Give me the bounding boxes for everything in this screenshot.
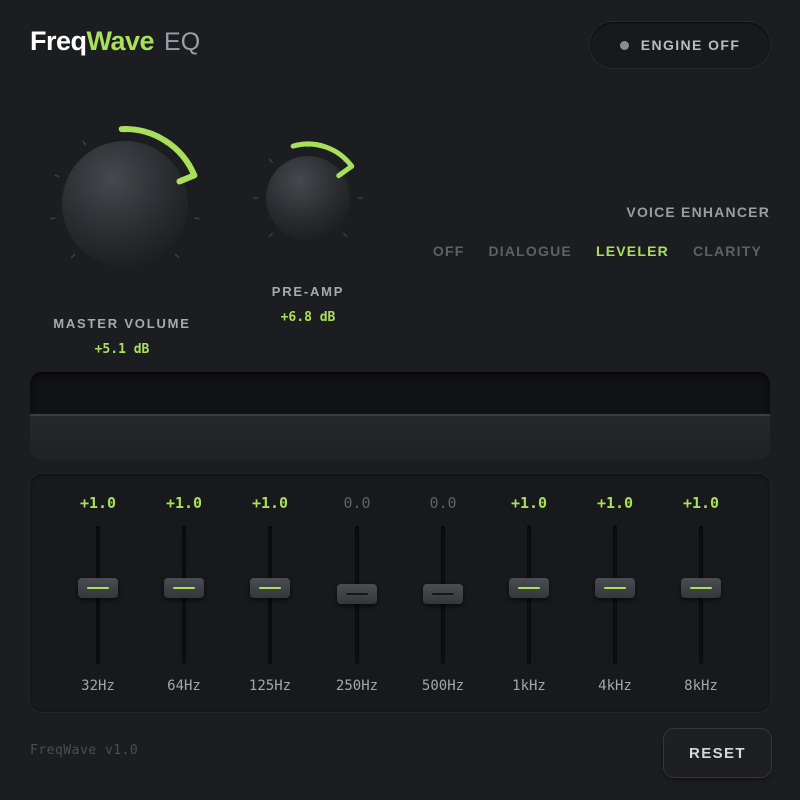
band-gain-value: 0.0 (429, 494, 457, 512)
eq-app: Freq Wave EQ ENGINE OFF MASTER VOLUME +5… (0, 0, 800, 800)
knob-tick-mark (174, 253, 180, 259)
eq-band: +1.0 125Hz (240, 474, 300, 712)
band-gain-value: +1.0 (510, 494, 548, 512)
knob-tick-mark (70, 253, 76, 259)
voice-enhancer-title: VOICE ENHANCER (626, 204, 770, 220)
knob-tick-mark (54, 174, 60, 178)
band-frequency-label: 4kHz (598, 678, 632, 694)
knob-tick-mark (50, 217, 56, 220)
band-slider-thumb[interactable] (164, 578, 204, 598)
voice-enhancer-option-leveler[interactable]: LEVELER (596, 243, 669, 259)
preamp-knob[interactable] (253, 140, 374, 260)
band-slider-thumb[interactable] (509, 578, 549, 598)
voice-enhancer-option-dialogue[interactable]: DIALOGUE (488, 243, 572, 259)
voice-enhancer-option-off[interactable]: OFF (433, 243, 465, 259)
master-volume-label: MASTER VOLUME (53, 316, 191, 331)
brand-logo: Freq Wave EQ (30, 26, 200, 57)
band-gain-value: 0.0 (343, 494, 371, 512)
engine-status-dot-icon (619, 40, 629, 50)
spectrum-display (30, 372, 770, 460)
band-frequency-label: 125Hz (248, 678, 292, 694)
band-gain-value: +1.0 (79, 494, 117, 512)
engine-button-label: ENGINE OFF (640, 37, 741, 53)
knob-tick-mark (82, 140, 87, 146)
slider-notch-icon (690, 587, 712, 589)
brand-wave: Wave (86, 26, 155, 56)
voice-enhancer-options: OFF DIALOGUE LEVELER CLARITY (433, 243, 762, 259)
eq-band: +1.0 8kHz (671, 474, 731, 712)
brand-eq: EQ (164, 28, 201, 56)
slider-notch-icon (259, 587, 281, 589)
eq-band-panel: +1.0 32Hz +1.0 64Hz +1.0 125Hz 0.0 250Hz… (30, 474, 770, 712)
eq-band: +1.0 64Hz (154, 474, 214, 712)
engine-toggle-button[interactable]: ENGINE OFF (590, 22, 770, 68)
slider-notch-icon (346, 593, 368, 595)
band-gain-value: +1.0 (682, 494, 720, 512)
spectrum-baseline (30, 414, 770, 460)
eq-band: 0.0 250Hz (327, 474, 387, 712)
band-frequency-label: 32Hz (81, 678, 115, 694)
slider-notch-icon (518, 587, 540, 589)
brand-freq: Freq (30, 26, 87, 56)
slider-notch-icon (87, 587, 109, 589)
band-slider-thumb[interactable] (681, 578, 721, 598)
reset-button[interactable]: RESET (664, 729, 771, 777)
master-volume-knob[interactable] (42, 112, 212, 282)
slider-notch-icon (432, 593, 454, 595)
knob-tick-mark (342, 232, 348, 238)
eq-band: +1.0 4kHz (585, 474, 645, 712)
slider-notch-icon (173, 587, 195, 589)
knob-tick-mark (194, 217, 200, 220)
version-label: FreqWave v1.0 (30, 743, 139, 758)
band-slider-thumb[interactable] (423, 584, 463, 604)
band-frequency-label: 64Hz (167, 678, 201, 694)
band-gain-value: +1.0 (165, 494, 203, 512)
preamp-value: +6.8 dB (280, 310, 336, 325)
band-frequency-label: 500Hz (421, 678, 465, 694)
band-frequency-label: 8kHz (684, 678, 718, 694)
knob-tick-mark (268, 158, 274, 164)
preamp-knob-graphic (253, 141, 363, 240)
band-frequency-label: 1kHz (512, 678, 546, 694)
master-volume-knob-graphic (50, 126, 200, 267)
band-slider-thumb[interactable] (78, 578, 118, 598)
eq-band: +1.0 1kHz (499, 474, 559, 712)
band-slider-thumb[interactable] (337, 584, 377, 604)
knob-tick-mark (268, 232, 274, 238)
band-frequency-label: 250Hz (335, 678, 379, 694)
band-gain-value: +1.0 (596, 494, 634, 512)
band-slider-thumb[interactable] (250, 578, 290, 598)
preamp-label: PRE-AMP (271, 284, 345, 299)
slider-notch-icon (604, 587, 626, 589)
voice-enhancer-option-clarity[interactable]: CLARITY (693, 243, 762, 259)
eq-band: +1.0 32Hz (68, 474, 128, 712)
eq-band: 0.0 500Hz (413, 474, 473, 712)
master-volume-value: +5.1 dB (94, 342, 150, 357)
band-gain-value: +1.0 (251, 494, 289, 512)
band-slider-thumb[interactable] (595, 578, 635, 598)
reset-button-label: RESET (688, 744, 746, 762)
